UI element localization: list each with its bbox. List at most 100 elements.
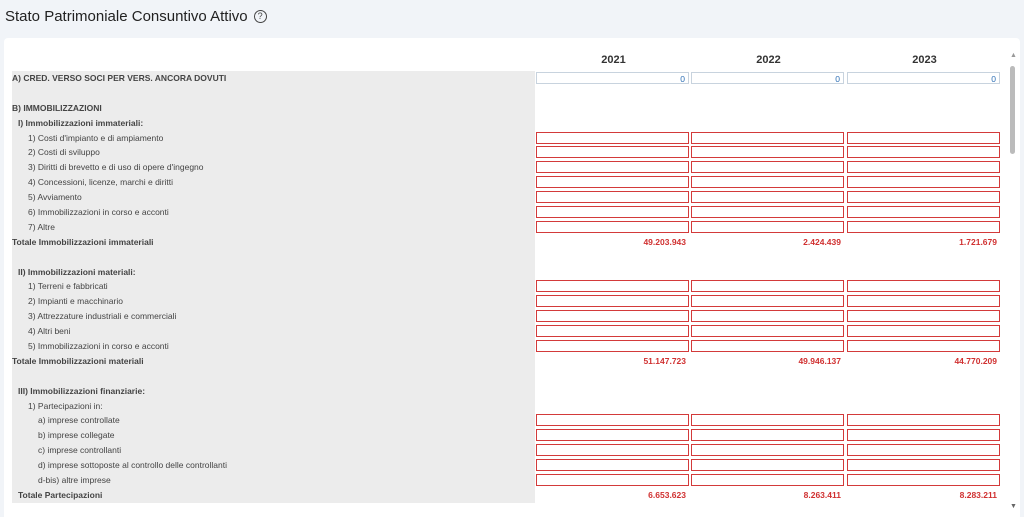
value-input[interactable]: [847, 340, 1000, 353]
value-input[interactable]: [847, 295, 1000, 308]
row-label-cell: I) Immobilizzazioni immateriali:: [12, 115, 535, 131]
value-input[interactable]: [691, 191, 844, 204]
value-input[interactable]: [691, 280, 844, 293]
row-label: 6) Immobilizzazioni in corso e acconti: [28, 207, 169, 218]
value-input[interactable]: [536, 340, 689, 353]
scroll-down-icon[interactable]: ▼: [1010, 503, 1017, 510]
row-label: c) imprese controllanti: [38, 445, 122, 456]
row-label: 2) Impianti e macchinario: [28, 296, 123, 307]
value-input[interactable]: [536, 206, 689, 219]
value-input[interactable]: [691, 340, 844, 353]
value-input[interactable]: [847, 429, 1000, 442]
table-row: A) CRED. VERSO SOCI PER VERS. ANCORA DOV…: [4, 71, 1020, 86]
table-row: 3) Attrezzature industriali e commercial…: [4, 309, 1020, 325]
value-input[interactable]: [847, 206, 1000, 219]
row-label-cell: 5) Avviamento: [12, 190, 535, 206]
row-label: d) imprese sottoposte al controllo delle…: [38, 460, 227, 471]
value-input[interactable]: [536, 414, 689, 427]
value-input[interactable]: [691, 295, 844, 308]
table-row: d) imprese sottoposte al controllo delle…: [4, 458, 1020, 474]
row-label-cell: 7) Altre: [12, 219, 535, 235]
row-label-cell: 1) Costi d'impianto e di ampiamento: [12, 130, 535, 146]
value-input[interactable]: [691, 459, 844, 472]
value-input[interactable]: [847, 444, 1000, 457]
row-label: 3) Attrezzature industriali e commercial…: [28, 311, 177, 322]
table-row: III) Immobilizzazioni finanziarie:: [4, 383, 1020, 399]
total-value: 49.203.943: [643, 236, 686, 247]
vertical-scrollbar[interactable]: ▲ ▼: [1010, 52, 1017, 510]
table-row: 5) Avviamento: [4, 190, 1020, 206]
table-row: Totale Partecipazioni 6.653.623 8.263.411 8…: [4, 487, 1020, 503]
row-label: III) Immobilizzazioni finanziarie:: [18, 385, 146, 396]
value-input[interactable]: [847, 191, 1000, 204]
row-label-cell: 6) Immobilizzazioni in corso e acconti: [12, 205, 535, 220]
value-input[interactable]: [691, 444, 844, 457]
value-input[interactable]: [847, 414, 1000, 427]
table-row: Totale Immobilizzazioni immateriali 49.20…: [4, 234, 1020, 250]
row-label: 1) Terreni e fabbricati: [28, 281, 108, 292]
value-input[interactable]: [536, 176, 689, 189]
value-input[interactable]: [847, 325, 1000, 338]
value-input[interactable]: 0: [691, 72, 844, 84]
value-input[interactable]: [536, 220, 689, 233]
value-input[interactable]: [847, 280, 1000, 293]
scroll-up-icon[interactable]: ▲: [1010, 52, 1017, 59]
value-input[interactable]: [536, 280, 689, 293]
value-input[interactable]: [691, 131, 844, 144]
table-row: 2) Costi di sviluppo: [4, 145, 1020, 161]
row-label-cell: B) IMMOBILIZZAZIONI: [12, 100, 535, 116]
total-value: 8.263.411: [803, 489, 841, 500]
value-input[interactable]: [691, 474, 844, 487]
value-input[interactable]: [847, 131, 1000, 144]
value-input[interactable]: [691, 414, 844, 427]
row-label-cell: [12, 368, 535, 384]
value-input[interactable]: [847, 176, 1000, 189]
value-input[interactable]: [847, 310, 1000, 323]
row-label: 1) Costi d'impianto e di ampiamento: [28, 132, 164, 143]
value-input[interactable]: [536, 310, 689, 323]
table-row: 1) Terreni e fabbricati: [4, 279, 1020, 295]
year-header-2023: 2023: [912, 54, 937, 66]
value-input[interactable]: [691, 429, 844, 442]
value-input[interactable]: [536, 191, 689, 204]
value-input[interactable]: [691, 206, 844, 219]
value-input[interactable]: [536, 161, 689, 174]
value-input[interactable]: [536, 429, 689, 442]
value-input[interactable]: [691, 146, 844, 159]
value-input[interactable]: [536, 131, 689, 144]
value-input[interactable]: [847, 459, 1000, 472]
table-row: b) imprese collegate: [4, 428, 1020, 444]
value-input[interactable]: 0: [536, 72, 689, 84]
value-input[interactable]: [847, 474, 1000, 487]
value-input[interactable]: [536, 459, 689, 472]
value-input[interactable]: [536, 146, 689, 159]
row-label-cell: A) CRED. VERSO SOCI PER VERS. ANCORA DOV…: [12, 71, 535, 86]
row-label-cell: a) imprese controllate: [12, 413, 535, 429]
value-input[interactable]: 0: [847, 72, 1000, 84]
value-input[interactable]: [536, 295, 689, 308]
row-label-cell: b) imprese collegate: [12, 428, 535, 444]
row-label-cell: 2) Costi di sviluppo: [12, 145, 535, 161]
row-label-cell: 4) Altri beni: [12, 324, 535, 340]
value-input[interactable]: [847, 220, 1000, 233]
row-label: I) Immobilizzazioni immateriali:: [18, 117, 144, 128]
value-input[interactable]: [691, 176, 844, 189]
row-label: Totale Partecipazioni: [18, 489, 103, 500]
table-row: 1) Costi d'impianto e di ampiamento: [4, 130, 1020, 146]
table-row: 2) Impianti e macchinario: [4, 294, 1020, 310]
value-input[interactable]: [847, 161, 1000, 174]
value-input[interactable]: [691, 161, 844, 174]
row-label: B) IMMOBILIZZAZIONI: [12, 102, 102, 113]
help-icon[interactable]: ?: [253, 10, 267, 23]
value-input[interactable]: [536, 444, 689, 457]
balance-sheet-card: 2021 2022 2023 A) CRED. VERSO SOCI PER V…: [4, 38, 1020, 517]
value-input[interactable]: [847, 146, 1000, 159]
value-input[interactable]: [691, 220, 844, 233]
value-input[interactable]: [691, 325, 844, 338]
value-input[interactable]: [536, 474, 689, 487]
total-value: 6.653.623: [648, 489, 686, 500]
value-input[interactable]: [536, 325, 689, 338]
value-input[interactable]: [691, 310, 844, 323]
total-value: 51.147.723: [643, 355, 686, 366]
scroll-thumb[interactable]: [1010, 66, 1015, 154]
